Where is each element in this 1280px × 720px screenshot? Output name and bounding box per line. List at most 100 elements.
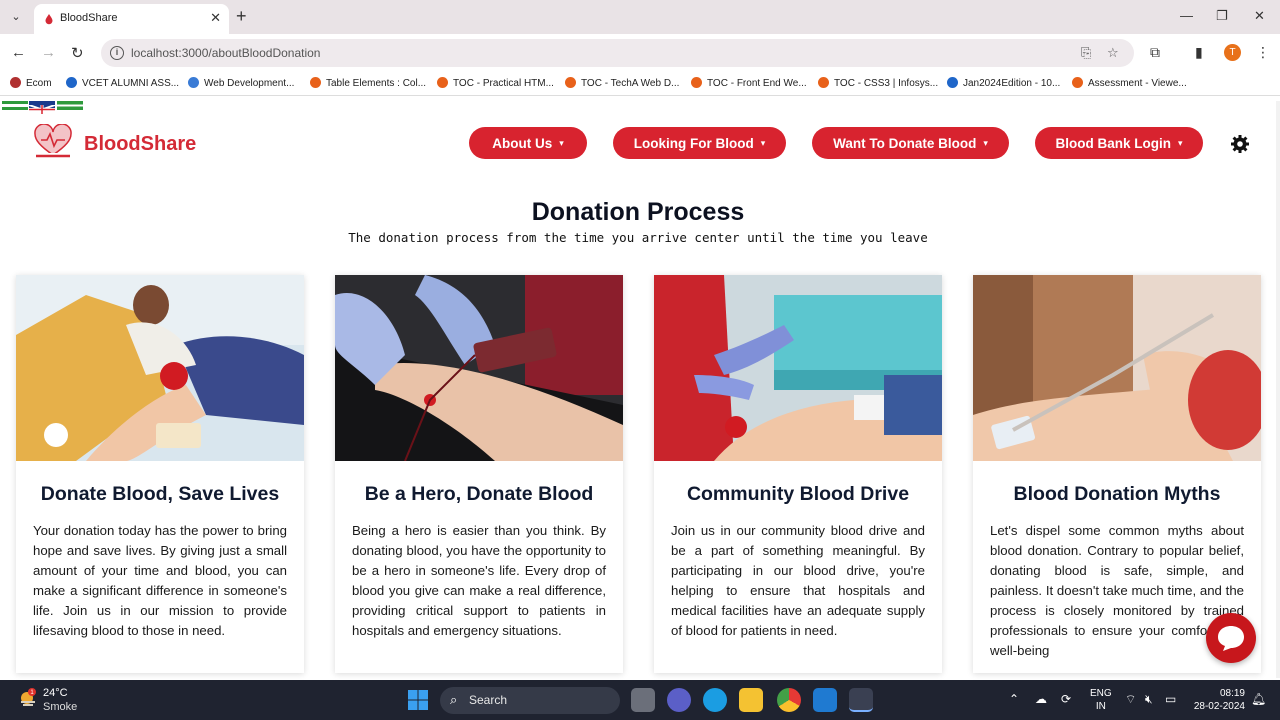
bookmark-favicon-icon (437, 77, 448, 88)
forward-arrow-icon[interactable]: → (41, 44, 56, 61)
blood-bag-image (335, 275, 623, 461)
wifi-icon[interactable]: ⌔ (1125, 692, 1136, 707)
bookmark-favicon-icon (10, 77, 21, 88)
info-card: Donate Blood, Save Lives Your donation t… (16, 275, 304, 673)
card-text: Being a hero is easier than you think. B… (352, 523, 606, 638)
bookmark-item[interactable]: Table Elements : Col... (310, 77, 426, 89)
taskbar-clock[interactable]: 08:19 28-02-2024 (1192, 687, 1245, 713)
weather-description[interactable]: Smoke (43, 701, 77, 713)
back-arrow-icon[interactable]: ← (11, 44, 26, 61)
edge-icon[interactable] (703, 688, 727, 712)
theme-gear-icon[interactable] (1230, 134, 1250, 154)
search-label: Search (469, 693, 508, 707)
window-close-icon[interactable]: ✕ (1254, 8, 1265, 24)
bookmark-item[interactable]: Web Development... (188, 77, 294, 89)
reload-icon[interactable]: ↻ (71, 44, 84, 62)
weather-temperature[interactable]: 24°C (43, 687, 68, 699)
chevron-down-icon: ▾ (1177, 137, 1183, 148)
tab-search-chevron-icon[interactable]: ⌄ (6, 7, 26, 27)
chevron-down-icon: ▾ (983, 137, 988, 148)
minimize-icon[interactable]: — (1180, 8, 1193, 23)
bookmark-favicon-icon (1072, 77, 1083, 88)
browser-menu-icon[interactable]: ⋮ (1256, 44, 1270, 61)
bookmark-favicon-icon (310, 77, 321, 88)
search-icon: ⌕ (450, 692, 458, 707)
bookmark-item[interactable]: Assessment - Viewe... (1072, 77, 1187, 89)
info-card: Be a Hero, Donate Blood Being a hero is … (335, 275, 623, 673)
arm-with-ball-image (973, 275, 1261, 461)
uk-flag-cross-icon (28, 104, 56, 115)
nav-blood-bank-login[interactable]: Blood Bank Login ▾ (1035, 127, 1203, 159)
bookmark-item[interactable]: TOC - CSS3 | Infosys... (818, 77, 938, 89)
task-view-icon[interactable] (631, 688, 655, 712)
card-image (973, 275, 1261, 461)
taskbar-search[interactable]: ⌕ Search (440, 687, 620, 714)
battery-icon[interactable]: ▭ (1165, 692, 1176, 706)
weather-smoke-icon[interactable]: 1 (18, 688, 38, 708)
card-text: Your donation today has the power to bri… (33, 523, 287, 638)
notification-bell-icon[interactable]: 🔔︎ (1251, 692, 1266, 706)
bookmark-item[interactable]: Jan2024Edition - 10... (947, 77, 1060, 89)
extensions-icon[interactable]: ⧉ (1150, 44, 1160, 61)
teams-icon[interactable] (667, 688, 691, 712)
tab-title: BloodShare (60, 12, 118, 24)
bookmark-favicon-icon (565, 77, 576, 88)
flag-icon[interactable] (2, 101, 28, 110)
bookmark-item[interactable]: Ecom (10, 77, 52, 89)
donor-in-chair-image (16, 275, 304, 461)
file-explorer-icon[interactable] (739, 688, 763, 712)
nav-label: Want To Donate Blood (833, 135, 977, 151)
chrome-active-icon[interactable] (849, 688, 873, 712)
flag-icon[interactable] (57, 101, 83, 110)
install-app-icon[interactable]: ⎘ (1081, 45, 1091, 61)
language-indicator[interactable]: ENG IN (1090, 687, 1112, 713)
address-toolbar: ← → ↻ i localhost:3000/aboutBloodDonatio… (0, 34, 1280, 72)
uk-flag-icon[interactable] (28, 101, 56, 115)
brand-name[interactable]: BloodShare (84, 133, 196, 156)
nav-looking-for-blood[interactable]: Looking For Blood ▾ (613, 127, 786, 159)
bookmark-favicon-icon (947, 77, 958, 88)
bloodshare-logo (34, 124, 72, 159)
nav-label: About Us (492, 135, 553, 151)
card-image (654, 275, 942, 461)
chevron-down-icon: ▾ (559, 137, 564, 148)
new-tab-button[interactable]: + (236, 6, 247, 26)
tab-close-icon[interactable]: ✕ (210, 10, 221, 26)
bookmark-item[interactable]: TOC - TechA Web D... (565, 77, 679, 89)
blood-drive-image (654, 275, 942, 461)
nav-want-to-donate[interactable]: Want To Donate Blood ▾ (812, 127, 1009, 159)
bookmarks-bar: Ecom VCET ALUMNI ASS... Web Development.… (0, 72, 1280, 96)
chat-widget-button[interactable] (1206, 613, 1256, 663)
language-switcher[interactable] (0, 101, 84, 115)
site-info-icon[interactable]: i (110, 46, 124, 60)
bookmark-item[interactable]: TOC - Front End We... (691, 77, 807, 89)
page-scrollbar[interactable] (1276, 101, 1280, 678)
vscode-icon[interactable] (813, 688, 837, 712)
maximize-icon[interactable]: ❐ (1216, 8, 1228, 24)
card-image (335, 275, 623, 461)
chrome-icon[interactable] (777, 688, 801, 712)
bookmark-favicon-icon (188, 77, 199, 88)
nav-label: Blood Bank Login (1055, 135, 1171, 151)
section-subtitle: The donation process from the time you a… (348, 230, 928, 245)
bookmark-item[interactable]: TOC - Practical HTM... (437, 77, 554, 89)
windows-start-icon[interactable] (408, 690, 428, 710)
nav-about-us[interactable]: About Us ▾ (469, 127, 587, 159)
side-panel-icon[interactable]: ▮ (1195, 44, 1203, 61)
bookmark-item[interactable]: VCET ALUMNI ASS... (66, 77, 179, 89)
onedrive-cloud-icon[interactable]: ☁ (1035, 692, 1047, 706)
chat-bubble-icon (1218, 626, 1244, 651)
bookmark-star-icon[interactable]: ☆ (1107, 45, 1119, 61)
tray-chevron-up-icon[interactable]: ⌃ (1009, 692, 1019, 706)
bookmark-favicon-icon (818, 77, 829, 88)
sync-icon[interactable]: ⟳ (1061, 692, 1071, 706)
windows-taskbar: 1 24°C Smoke ⌕ Search ⌃ ☁ ⟳ ENG IN ⌔ 🔇︎ … (0, 680, 1280, 720)
bookmark-favicon-icon (691, 77, 702, 88)
browser-tab[interactable]: BloodShare ✕ (34, 4, 229, 34)
nav-label: Looking For Blood (633, 135, 754, 151)
profile-avatar[interactable]: T (1224, 44, 1241, 61)
address-bar[interactable]: i localhost:3000/aboutBloodDonation ⎘ ☆ (101, 39, 1134, 67)
volume-muted-icon[interactable]: 🔇︎ (1145, 692, 1153, 707)
url-text[interactable]: localhost:3000/aboutBloodDonation (131, 46, 320, 60)
info-card: Community Blood Drive Join us in our com… (654, 275, 942, 673)
